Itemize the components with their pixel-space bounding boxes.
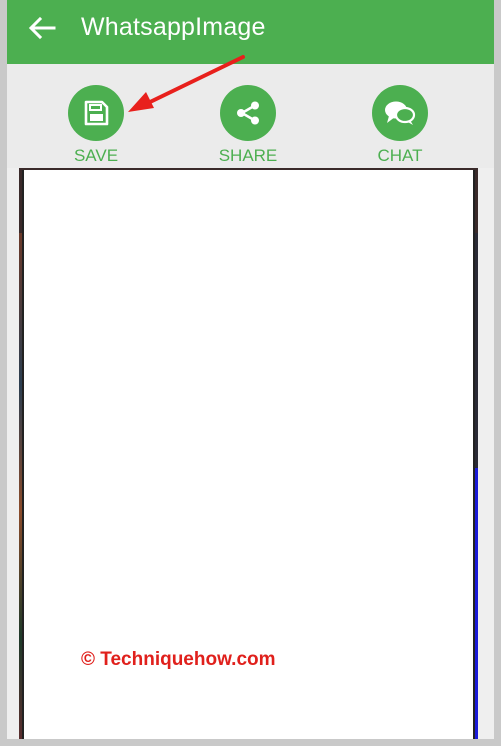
save-button-circle[interactable] [68,85,124,141]
save-button[interactable]: SAVE [51,85,141,166]
chat-bubbles-icon [385,101,416,125]
watermark: © Techniquehow.com [81,649,276,670]
page-title: WhatsappImage [81,13,266,41]
share-label: SHARE [218,146,278,165]
save-label: SAVE [73,146,119,165]
app-bar: WhatsappImage [7,0,494,64]
floppy-disk-icon [84,100,109,126]
share-icon [237,101,259,125]
chat-button[interactable]: CHAT [355,85,445,166]
arrow-left-icon[interactable] [26,12,58,44]
chat-button-circle[interactable] [372,85,428,141]
action-bar: SAVE SHARE CHAT [7,64,494,168]
share-button-circle[interactable] [220,85,276,141]
share-button[interactable]: SHARE [203,85,293,166]
chat-label: CHAT [377,146,423,165]
